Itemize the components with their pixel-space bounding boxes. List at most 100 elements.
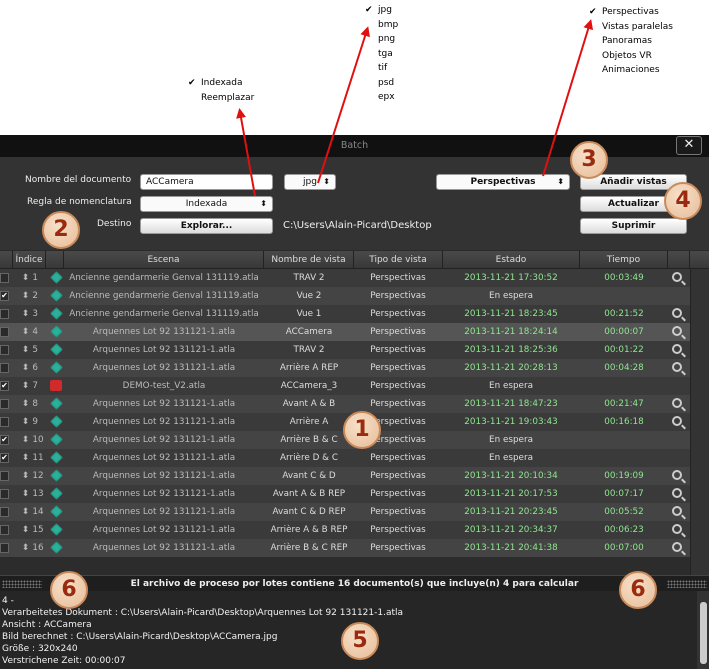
row-checkbox[interactable] (0, 345, 9, 355)
row-checkbox[interactable]: ✔ (0, 435, 9, 445)
table-row[interactable]: ⬍ 12 Arquennes Lot 92 131121-1.atla Avant C… (0, 467, 690, 485)
row-checkbox[interactable] (0, 399, 9, 409)
sort-updown-icon[interactable]: ⬍ (22, 399, 29, 409)
format-option[interactable]: tga (365, 47, 398, 62)
sort-updown-icon[interactable]: ⬍ (22, 435, 29, 445)
sort-updown-icon[interactable]: ⬍ (22, 489, 29, 499)
row-checkbox[interactable] (0, 273, 9, 283)
row-checkbox[interactable] (0, 489, 9, 499)
row-checkbox[interactable]: ✔ (0, 291, 9, 301)
magnifier-icon[interactable] (672, 488, 682, 498)
preview-column-header[interactable] (668, 251, 690, 269)
format-option[interactable]: psd (365, 76, 398, 91)
format-option[interactable]: tif (365, 61, 398, 76)
view-type-column-header[interactable]: Tipo de vista (354, 251, 443, 269)
sort-updown-icon[interactable]: ⬍ (22, 363, 29, 373)
browse-button[interactable]: Explorar... (140, 218, 273, 234)
left-resize-grip[interactable] (2, 580, 42, 588)
row-checkbox[interactable]: ✔ (0, 453, 9, 463)
naming-option[interactable]: Reemplazar (188, 91, 254, 106)
checkbox-column-header[interactable] (0, 251, 13, 269)
view-type-option[interactable]: Objetos VR (589, 49, 673, 64)
sort-updown-icon[interactable]: ⬍ (22, 525, 29, 535)
row-checkbox[interactable] (0, 507, 9, 517)
state-cell: 2013-11-21 18:23:45 (464, 309, 558, 319)
table-row[interactable]: ⬍ 14 Arquennes Lot 92 131121-1.atla Avant C… (0, 503, 690, 521)
icon-column-header[interactable] (46, 251, 64, 269)
format-option[interactable]: bmp (365, 18, 398, 33)
time-cell: 00:04:28 (604, 363, 644, 373)
row-checkbox[interactable] (0, 525, 9, 535)
naming-option[interactable]: Indexada (188, 76, 254, 91)
table-row[interactable]: ⬍ 15 Arquennes Lot 92 131121-1.atla Arrière… (0, 521, 690, 539)
close-button[interactable]: ✕ (676, 136, 702, 155)
state-column-header[interactable]: Estado (443, 251, 580, 269)
time-column-header[interactable]: Tiempo (580, 251, 668, 269)
sort-updown-icon[interactable]: ⬍ (22, 273, 29, 283)
magnifier-icon[interactable] (672, 542, 682, 552)
time-cell: 00:03:49 (604, 273, 644, 283)
sort-updown-icon[interactable]: ⬍ (22, 453, 29, 463)
right-resize-grip[interactable] (667, 580, 707, 588)
sort-updown-icon[interactable]: ⬍ (22, 507, 29, 517)
document-name-input[interactable]: ACCamera (140, 174, 273, 190)
table-row[interactable]: ⬍ 4 Arquennes Lot 92 131121-1.atla ACCamera… (0, 323, 690, 341)
table-row[interactable]: ⬍ 13 Arquennes Lot 92 131121-1.atla Avant A… (0, 485, 690, 503)
table-row[interactable]: ⬍ 1 Ancienne gendarmerie Genval 131119.atl… (0, 269, 690, 287)
state-cell: En espera (489, 291, 533, 301)
row-index-number: 7 (32, 381, 38, 391)
table-row[interactable]: ✔ ⬍ 11 Arquennes Lot 92 131121-1.atla Arrièr… (0, 449, 690, 467)
magnifier-icon[interactable] (672, 308, 682, 318)
magnifier-icon[interactable] (672, 344, 682, 354)
sort-updown-icon[interactable]: ⬍ (22, 417, 29, 427)
index-column-header[interactable]: Índice (13, 251, 46, 269)
row-checkbox[interactable] (0, 327, 9, 337)
view-name-column-header[interactable]: Nombre de vista (264, 251, 354, 269)
scene-cell: Arquennes Lot 92 131121-1.atla (92, 435, 236, 445)
gem-icon (50, 325, 63, 338)
table-scrollbar[interactable] (690, 269, 709, 575)
sort-updown-icon[interactable]: ⬍ (22, 291, 29, 301)
magnifier-icon[interactable] (672, 506, 682, 516)
table-row[interactable]: ⬍ 6 Arquennes Lot 92 131121-1.atla Arrière … (0, 359, 690, 377)
row-checkbox[interactable]: ✔ (0, 381, 9, 391)
sort-updown-icon[interactable]: ⬍ (22, 309, 29, 319)
row-checkbox[interactable] (0, 543, 9, 553)
row-checkbox[interactable] (0, 363, 9, 373)
row-checkbox[interactable] (0, 471, 9, 481)
magnifier-icon[interactable] (672, 416, 682, 426)
sort-updown-icon[interactable]: ⬍ (22, 381, 29, 391)
magnifier-icon[interactable] (672, 524, 682, 534)
sort-updown-icon[interactable]: ⬍ (22, 471, 29, 481)
magnifier-icon[interactable] (672, 470, 682, 480)
row-checkbox[interactable] (0, 417, 9, 427)
log-scrollbar-thumb[interactable] (700, 602, 707, 664)
format-option[interactable]: epx (365, 90, 398, 105)
naming-rule-select[interactable]: Indexada ⬍ (140, 196, 273, 212)
view-type-option[interactable]: Perspectivas (589, 5, 673, 20)
format-option[interactable]: jpg (365, 3, 398, 18)
format-option[interactable]: png (365, 32, 398, 47)
view-type-option[interactable]: Animaciones (589, 63, 673, 78)
table-row[interactable]: ✔ ⬍ 7 DEMO-test_V2.atla ACCamera_3 Perspectiv… (0, 377, 690, 395)
table-row[interactable]: ✔ ⬍ 2 Ancienne gendarmerie Genval 131119.at… (0, 287, 690, 305)
delete-button[interactable]: Suprimir (580, 218, 687, 234)
format-select[interactable]: jpg ⬍ (284, 174, 336, 190)
magnifier-icon[interactable] (672, 398, 682, 408)
table-row[interactable]: ⬍ 5 Arquennes Lot 92 131121-1.atla TRAV 2 Pe… (0, 341, 690, 359)
table-row[interactable]: ⬍ 3 Ancienne gendarmerie Genval 131119.atl… (0, 305, 690, 323)
callout-badge-5: 5 (341, 622, 379, 660)
magnifier-icon[interactable] (672, 362, 682, 372)
scene-column-header[interactable]: Escena (64, 251, 264, 269)
view-type-option[interactable]: Panoramas (589, 34, 673, 49)
view-type-select[interactable]: Perspectivas ⬍ (436, 174, 570, 190)
row-checkbox[interactable] (0, 309, 9, 319)
magnifier-icon[interactable] (672, 272, 682, 282)
magnifier-icon[interactable] (672, 326, 682, 336)
sort-updown-icon[interactable]: ⬍ (22, 345, 29, 355)
sort-updown-icon[interactable]: ⬍ (22, 327, 29, 337)
table-row[interactable]: ⬍ 16 Arquennes Lot 92 131121-1.atla Arrière… (0, 539, 690, 557)
table-row[interactable]: ⬍ 8 Arquennes Lot 92 131121-1.atla Avant A … (0, 395, 690, 413)
view-type-option[interactable]: Vistas paralelas (589, 20, 673, 35)
sort-updown-icon[interactable]: ⬍ (22, 543, 29, 553)
